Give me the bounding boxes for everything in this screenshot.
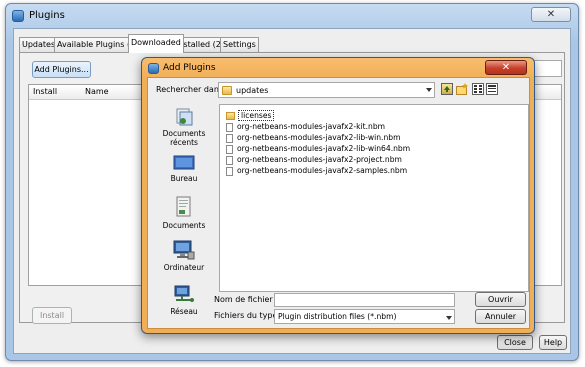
place-desktop[interactable]: Bureau [158,155,210,183]
file-name: org-netbeans-modules-javafx2-kit.nbm [237,122,386,131]
place-label: Réseau [170,307,198,316]
place-label: Bureau [170,174,198,183]
list-item[interactable]: org-netbeans-modules-javafx2-project.nbm [226,154,402,165]
chevron-down-icon [426,88,432,92]
file-name: org-netbeans-modules-javafx2-lib-win64.n… [237,144,411,153]
cancel-button[interactable]: Annuler [475,309,526,324]
tab-settings[interactable]: Settings [220,37,259,52]
file-list[interactable]: licenses org-netbeans-modules-javafx2-ki… [219,104,529,292]
computer-icon [173,240,195,260]
list-item[interactable]: org-netbeans-modules-javafx2-kit.nbm [226,121,385,132]
folder-icon [222,86,232,95]
list-item[interactable]: org-netbeans-modules-javafx2-samples.nbm [226,165,407,176]
place-label: Documents récents [162,129,206,147]
place-documents[interactable]: Documents [158,196,210,230]
plugins-close-button[interactable]: ✕ [531,7,571,22]
file-icon [226,166,233,176]
file-name: org-netbeans-modules-javafx2-lib-win.nbm [237,133,401,142]
plugins-window-title: Plugins [29,10,65,21]
dialog-title: Add Plugins [163,63,216,73]
help-button[interactable]: Help [539,335,567,350]
chevron-down-icon [446,316,452,320]
look-in-value: updates [236,86,269,95]
open-button[interactable]: Ouvrir [475,292,526,307]
list-item[interactable]: org-netbeans-modules-javafx2-lib-win64.n… [226,143,410,154]
filetype-combo[interactable]: Plugin distribution files (*.nbm) [274,309,455,324]
recent-documents-icon [174,108,194,126]
install-button[interactable]: Install [32,307,72,324]
desktop-icon [173,155,195,171]
up-folder-icon[interactable] [441,83,453,95]
file-name: licenses [238,110,275,121]
filename-label: Nom de fichier : [214,295,278,304]
dialog-app-icon [148,63,159,74]
plugins-app-icon [12,10,24,22]
file-icon [226,155,233,165]
folder-icon [226,112,235,120]
place-label: Documents [162,221,206,230]
place-recent-documents[interactable]: Documents récents [158,108,210,147]
place-network[interactable]: Réseau [158,285,210,316]
file-name: org-netbeans-modules-javafx2-samples.nbm [237,166,408,175]
look-in-combo[interactable]: updates [218,82,435,98]
tab-updates[interactable]: Updates [19,37,59,52]
filename-field[interactable] [274,293,455,307]
list-item[interactable]: org-netbeans-modules-javafx2-lib-win.nbm [226,132,400,143]
details-view-icon[interactable] [486,83,498,95]
dialog-close-button[interactable]: ✕ [485,60,527,75]
file-name: org-netbeans-modules-javafx2-project.nbm [237,155,402,164]
tab-downloaded[interactable]: Downloaded [128,34,184,53]
close-button[interactable]: Close [497,335,533,350]
file-icon [226,133,233,143]
network-icon [173,285,195,304]
plugins-titlebar[interactable]: Plugins ✕ [6,4,578,28]
dialog-client-area: Rechercher dans : updates Documents réce… [147,77,530,329]
file-icon [226,144,233,154]
add-plugins-button[interactable]: Add Plugins... [32,61,91,78]
place-label: Ordinateur [163,263,205,272]
filetype-label: Fichiers du type : [214,311,283,320]
list-view-icon[interactable] [472,83,484,95]
new-folder-icon[interactable] [456,83,469,95]
list-item[interactable]: licenses [226,110,275,121]
documents-icon [176,196,192,218]
column-header-install[interactable]: Install [33,87,57,96]
place-computer[interactable]: Ordinateur [158,240,210,272]
file-icon [226,122,233,132]
column-header-name[interactable]: Name [85,87,109,96]
filetype-value: Plugin distribution files (*.nbm) [278,312,397,321]
add-plugins-dialog: Add Plugins ✕ Rechercher dans : updates … [141,57,535,334]
